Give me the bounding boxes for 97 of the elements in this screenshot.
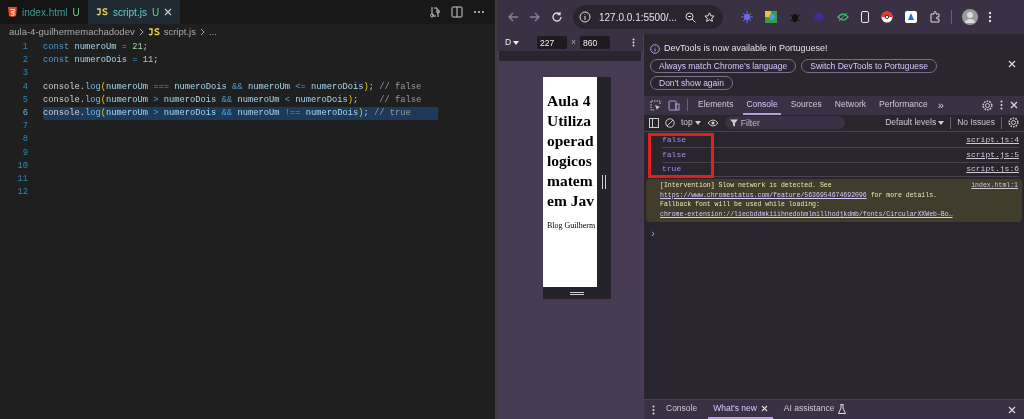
- menu-icon[interactable]: [988, 11, 992, 23]
- issues-button[interactable]: No Issues: [957, 116, 995, 129]
- drawer-tab[interactable]: Console: [661, 400, 703, 419]
- puzzle-icon[interactable]: [929, 11, 941, 23]
- panel-tab[interactable]: Sources: [787, 95, 825, 115]
- breadcrumb-item[interactable]: script.js: [163, 24, 196, 40]
- caret-icon: [938, 120, 945, 125]
- reload-icon[interactable]: [551, 11, 563, 23]
- line-number: 11: [16, 172, 29, 186]
- back-icon[interactable]: [507, 11, 519, 23]
- eye-icon[interactable]: [837, 11, 849, 23]
- chevron-icon: [199, 28, 205, 36]
- close-icon[interactable]: [1008, 60, 1016, 68]
- settings-icon[interactable]: [982, 99, 993, 111]
- times-sign: ×: [571, 36, 576, 49]
- sidebar-toggle-icon[interactable]: [649, 117, 659, 128]
- console-value: false: [662, 148, 686, 161]
- close-icon[interactable]: [1008, 405, 1016, 414]
- drawer-tab[interactable]: AI assistance: [778, 400, 852, 419]
- line-number: 4: [21, 80, 29, 94]
- sparkle-icon[interactable]: [741, 11, 753, 23]
- compare-changes-icon[interactable]: [429, 6, 441, 18]
- page-heading-line: operad: [547, 131, 595, 151]
- line-number: 3: [21, 67, 29, 81]
- close-icon[interactable]: [164, 8, 173, 16]
- width-field[interactable]: 227: [537, 36, 567, 49]
- breadcrumb-item[interactable]: aula-4-guilhermemachadodev: [9, 24, 135, 40]
- device-toolbar-icon[interactable]: [668, 99, 680, 111]
- source-link[interactable]: script.js:5: [966, 148, 1019, 161]
- line-number: 6: [21, 106, 29, 120]
- zoom-icon: [684, 11, 696, 23]
- line-number: 12: [16, 186, 29, 200]
- settings-icon[interactable]: [1008, 117, 1019, 128]
- levels-dropdown[interactable]: Default levels: [885, 116, 945, 129]
- star-icon[interactable]: [703, 11, 715, 23]
- filter-field[interactable]: Filter: [724, 116, 845, 129]
- more-icon[interactable]: [1000, 100, 1003, 110]
- line-number: 9: [21, 146, 29, 160]
- forward-icon[interactable]: [529, 11, 541, 23]
- panel-tab[interactable]: Elements: [695, 95, 737, 115]
- source-link[interactable]: script.js:4: [966, 134, 1019, 147]
- editor-tab[interactable]: index.html U: [0, 0, 88, 24]
- editor-tab[interactable]: script.js U: [88, 0, 181, 24]
- page-heading-line: matem: [547, 171, 594, 191]
- resize-handle[interactable]: [602, 175, 606, 189]
- source-link[interactable]: script.js:6: [966, 163, 1019, 176]
- phone-icon[interactable]: [861, 11, 869, 23]
- panel-tab[interactable]: Performance: [876, 95, 931, 115]
- avatar-icon[interactable]: [962, 9, 978, 25]
- page-heading-line: logicos: [547, 151, 593, 171]
- app-icon[interactable]: [905, 11, 917, 23]
- info-icon: [650, 43, 660, 54]
- console-value: false: [662, 134, 686, 147]
- console-value: true: [662, 163, 682, 176]
- page-heading-line: Aula 4: [547, 91, 592, 111]
- more-icon[interactable]: [652, 404, 655, 415]
- clear-icon[interactable]: [665, 117, 675, 128]
- line-number: 7: [21, 120, 29, 134]
- ball-icon[interactable]: [881, 11, 893, 23]
- js-file-icon: [147, 28, 160, 36]
- modified-label: U: [151, 5, 160, 20]
- line-number: 1: [21, 41, 29, 55]
- page-heading-line: em Jav: [547, 191, 595, 211]
- context-dropdown[interactable]: top: [681, 116, 701, 129]
- split-editor-icon[interactable]: [451, 6, 463, 18]
- filter-icon: [729, 118, 738, 127]
- prompt-chevron: ›: [650, 227, 656, 242]
- tab-label: index.html: [22, 5, 68, 20]
- html-file-icon: [8, 7, 17, 17]
- drawer-tab[interactable]: What's new: [708, 400, 773, 419]
- height-field[interactable]: 860: [579, 36, 610, 49]
- highlight-box: [648, 132, 714, 178]
- line-number: 5: [21, 93, 29, 107]
- breadcrumb-item[interactable]: ...: [208, 24, 217, 40]
- info-icon: [579, 11, 591, 23]
- line-number: 10: [16, 159, 29, 173]
- page-heading-line: Utiliza: [547, 111, 592, 131]
- caret-icon: [513, 40, 520, 45]
- page-byline: Blog Guilherm: [547, 220, 597, 232]
- more-icon[interactable]: [632, 38, 635, 47]
- resize-handle[interactable]: [570, 291, 584, 295]
- address-bar[interactable]: 127.0.0.1:5500/...: [573, 5, 723, 29]
- infobar-message: DevTools is now available in Portuguese!: [664, 42, 828, 55]
- eye-icon[interactable]: [706, 118, 719, 127]
- close-icon[interactable]: [1010, 101, 1018, 109]
- modified-label: U: [72, 5, 80, 20]
- more-tabs-button[interactable]: »: [937, 96, 944, 114]
- flask-icon: [838, 403, 847, 414]
- line-number: 8: [21, 133, 29, 147]
- inspect-icon[interactable]: [650, 99, 661, 111]
- js-file-icon: [96, 8, 108, 16]
- line-number: 2: [21, 54, 29, 68]
- dimensions-dropdown[interactable]: D: [505, 36, 533, 49]
- tab-label: script.js: [113, 5, 147, 20]
- chevron-icon: [138, 28, 144, 36]
- caret-icon: [694, 120, 701, 125]
- panel-tab[interactable]: Network: [831, 95, 869, 115]
